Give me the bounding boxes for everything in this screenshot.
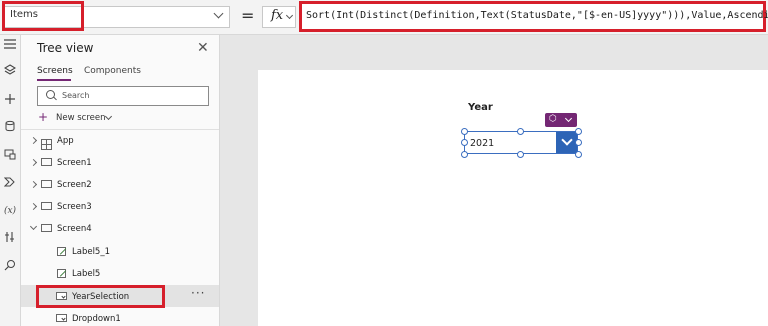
search-placeholder: Search [62, 91, 90, 100]
tree-item-label5-1[interactable] [21, 241, 219, 263]
label-icon [57, 269, 66, 278]
plus-icon[interactable]: + [38, 110, 48, 124]
media-icon[interactable] [2, 148, 18, 164]
plus-icon[interactable] [2, 93, 18, 109]
screen-icon [41, 224, 52, 232]
tree-item-label: Screen2 [57, 180, 92, 190]
equals-sign: = [241, 6, 255, 25]
resize-handle[interactable] [575, 128, 582, 135]
property-highlight-box [2, 1, 84, 31]
resize-handle[interactable] [575, 151, 582, 158]
database-icon[interactable] [2, 120, 18, 136]
tree-item-label: Screen4 [57, 224, 92, 234]
tree-item-label: Label5 [72, 269, 101, 279]
close-icon[interactable]: ✕ [197, 40, 209, 56]
more-options-icon[interactable]: ··· [191, 286, 205, 300]
tree-item-label5[interactable] [21, 263, 219, 285]
layers-icon[interactable] [2, 64, 18, 80]
tab-components[interactable]: Components [84, 66, 141, 76]
component-icon: ⬡ [549, 114, 557, 124]
power-automate-icon[interactable] [2, 176, 18, 192]
tree-item-label: Screen3 [57, 202, 92, 212]
resize-handle[interactable] [461, 151, 468, 158]
tree-item-label: Screen1 [57, 158, 92, 168]
advanced-tools-icon[interactable] [2, 231, 18, 247]
active-tab-indicator [37, 79, 71, 81]
new-screen-button[interactable]: New screen [56, 113, 106, 123]
screen-icon [41, 202, 52, 210]
variables-icon[interactable]: (x) [2, 203, 18, 219]
screen-icon [41, 180, 52, 188]
tree-view-title: Tree view [37, 41, 94, 55]
fx-icon: fx [271, 8, 284, 23]
label-icon [57, 247, 66, 256]
year-label[interactable]: Year [468, 102, 493, 113]
screen-icon [41, 158, 52, 166]
dropdown-icon [56, 314, 67, 322]
resize-handle[interactable] [517, 151, 524, 158]
tree-item-label: Label5_1 [72, 247, 110, 257]
resize-handle[interactable] [461, 128, 468, 135]
resize-handle[interactable] [461, 139, 468, 146]
resize-handle[interactable] [575, 139, 582, 146]
resize-handle[interactable] [517, 128, 524, 135]
tree-item-label: Dropdown1 [72, 314, 121, 324]
tab-screens[interactable]: Screens [37, 66, 73, 76]
hamburger-icon[interactable] [2, 38, 18, 54]
screen-canvas[interactable] [258, 70, 768, 326]
selection-highlight-box [36, 285, 165, 308]
search-icon[interactable] [2, 259, 18, 275]
formula-text: Sort(Int(Distinct(Definition,Text(Status… [306, 10, 768, 21]
tree-item-label: App [57, 136, 74, 146]
